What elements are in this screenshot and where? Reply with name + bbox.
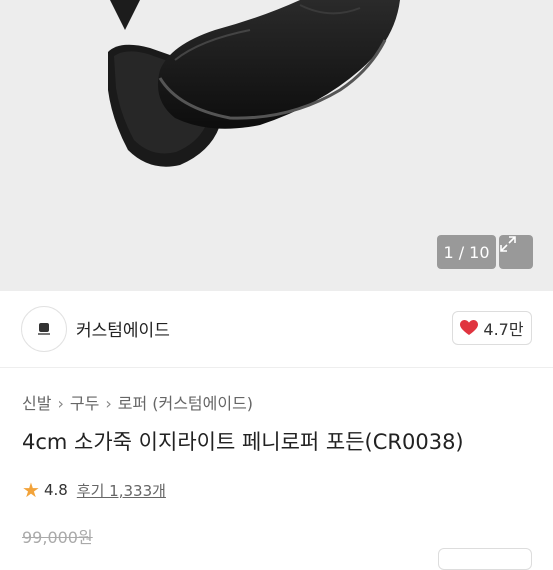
breadcrumb-item[interactable]: 로퍼 (커스텀에이드) [118,394,253,413]
option-box[interactable] [438,548,532,570]
star-icon: ★ [22,478,40,502]
store-logo[interactable] [21,306,67,352]
breadcrumb: 신발 › 구두 › 로퍼 (커스텀에이드) [22,390,253,414]
rating-row: ★ 4.8 후기 1,333개 [22,478,166,502]
store-name[interactable]: 커스텀에이드 [76,316,170,341]
breadcrumb-item[interactable]: 구두 [70,394,99,413]
rating-score: 4.8 [43,481,68,499]
chevron-right-icon: › [105,394,112,413]
chevron-right-icon: › [57,394,64,413]
like-count: 4.7만 [483,320,524,339]
heart-icon [460,320,479,335]
expand-button[interactable] [499,235,533,269]
reviews-link[interactable]: 후기 1,333개 [77,480,166,501]
like-button[interactable]: 4.7만 [452,311,532,345]
image-counter: 1 / 10 [437,235,496,269]
original-price: 99,000원 [22,528,93,547]
expand-icon [500,236,516,252]
product-image-gallery[interactable]: 1 / 10 [0,0,553,291]
breadcrumb-item[interactable]: 신발 [22,394,51,413]
brand-logo-icon [38,323,50,335]
product-title: 4cm 소가죽 이지라이트 페니로퍼 포든(CR0038) [22,430,464,454]
